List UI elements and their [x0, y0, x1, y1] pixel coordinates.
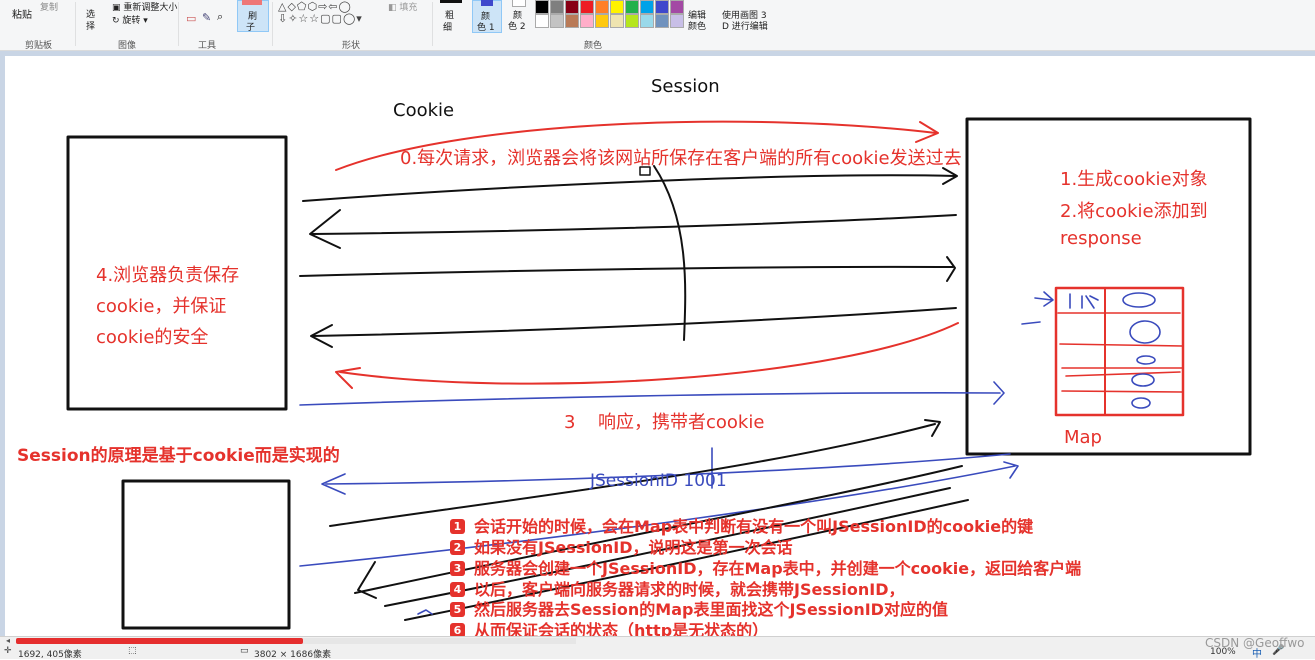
server-note-3: response	[1060, 228, 1142, 249]
session-principle: Session的原理是基于cookie而是实现的	[17, 446, 340, 466]
blue-squiggle	[417, 609, 433, 615]
response-arrowhead-1	[309, 209, 341, 249]
blue-arrowhead-3	[1003, 461, 1019, 479]
map-table	[1054, 286, 1185, 417]
map-row-dividers	[1057, 312, 1183, 393]
server-note-2: 2.将cookie添加到	[1060, 201, 1208, 222]
request-arrowhead-2	[946, 256, 956, 282]
scroll-left-arrow[interactable]: ◂	[6, 636, 10, 645]
request-arrow-2	[299, 265, 954, 277]
map-value-1	[1122, 292, 1156, 308]
map-pointer-arrow	[1034, 291, 1054, 307]
selection-icon: ⬚	[128, 646, 137, 656]
map-value-5	[1131, 397, 1151, 409]
cookie-label: Cookie	[393, 100, 455, 121]
browser-note-3: cookie的安全	[96, 327, 209, 348]
map-label: Map	[1064, 427, 1102, 448]
response-number: 3	[564, 412, 576, 433]
step-number-badge: 2	[450, 540, 465, 555]
response-arrow-2	[312, 307, 957, 337]
map-key-scribble	[1069, 293, 1099, 309]
scrollbar-thumb[interactable]	[16, 638, 303, 644]
blue-arrow-1	[299, 392, 1001, 406]
image-size-icon: ▭	[240, 646, 249, 656]
watermark: CSDN @Geoffwo	[1205, 636, 1305, 650]
image-size: 3802 × 1686像素	[254, 650, 332, 660]
request-arrow-1	[302, 174, 956, 202]
step-number-badge: 4	[450, 582, 465, 597]
step-number-badge: 1	[450, 519, 465, 534]
divider-scribble	[653, 165, 687, 341]
response-arc	[339, 322, 959, 385]
step-number-badge: 3	[450, 561, 465, 576]
map-value-2	[1129, 320, 1161, 344]
server-note-1: 1.生成cookie对象	[1060, 169, 1208, 190]
response-arrow-1	[311, 214, 957, 235]
browser-note-1: 4.浏览器负责保存	[96, 265, 240, 286]
step-number-badge: 5	[450, 602, 465, 617]
map-value-3	[1136, 355, 1156, 365]
client-box	[121, 479, 291, 630]
jsessionid-label: JSessionID 1001	[590, 471, 727, 491]
browser-note-2: cookie，并保证	[96, 296, 227, 317]
horizontal-scrollbar[interactable]	[16, 638, 576, 644]
response-arrowhead	[335, 367, 361, 389]
response-note: 响应，携带者cookie	[598, 412, 765, 433]
lower-arrowhead-1	[924, 419, 941, 437]
session-label: Session	[651, 76, 720, 97]
map-value-4	[1131, 373, 1155, 387]
blue-dash	[1021, 321, 1041, 325]
cursor-position: 1692, 405像素	[18, 650, 82, 660]
cursor-icon: ✛	[4, 646, 12, 656]
request-note: 0.每次请求，浏览器会将该网站所保存在客户端的所有cookie发送过去	[400, 148, 962, 169]
